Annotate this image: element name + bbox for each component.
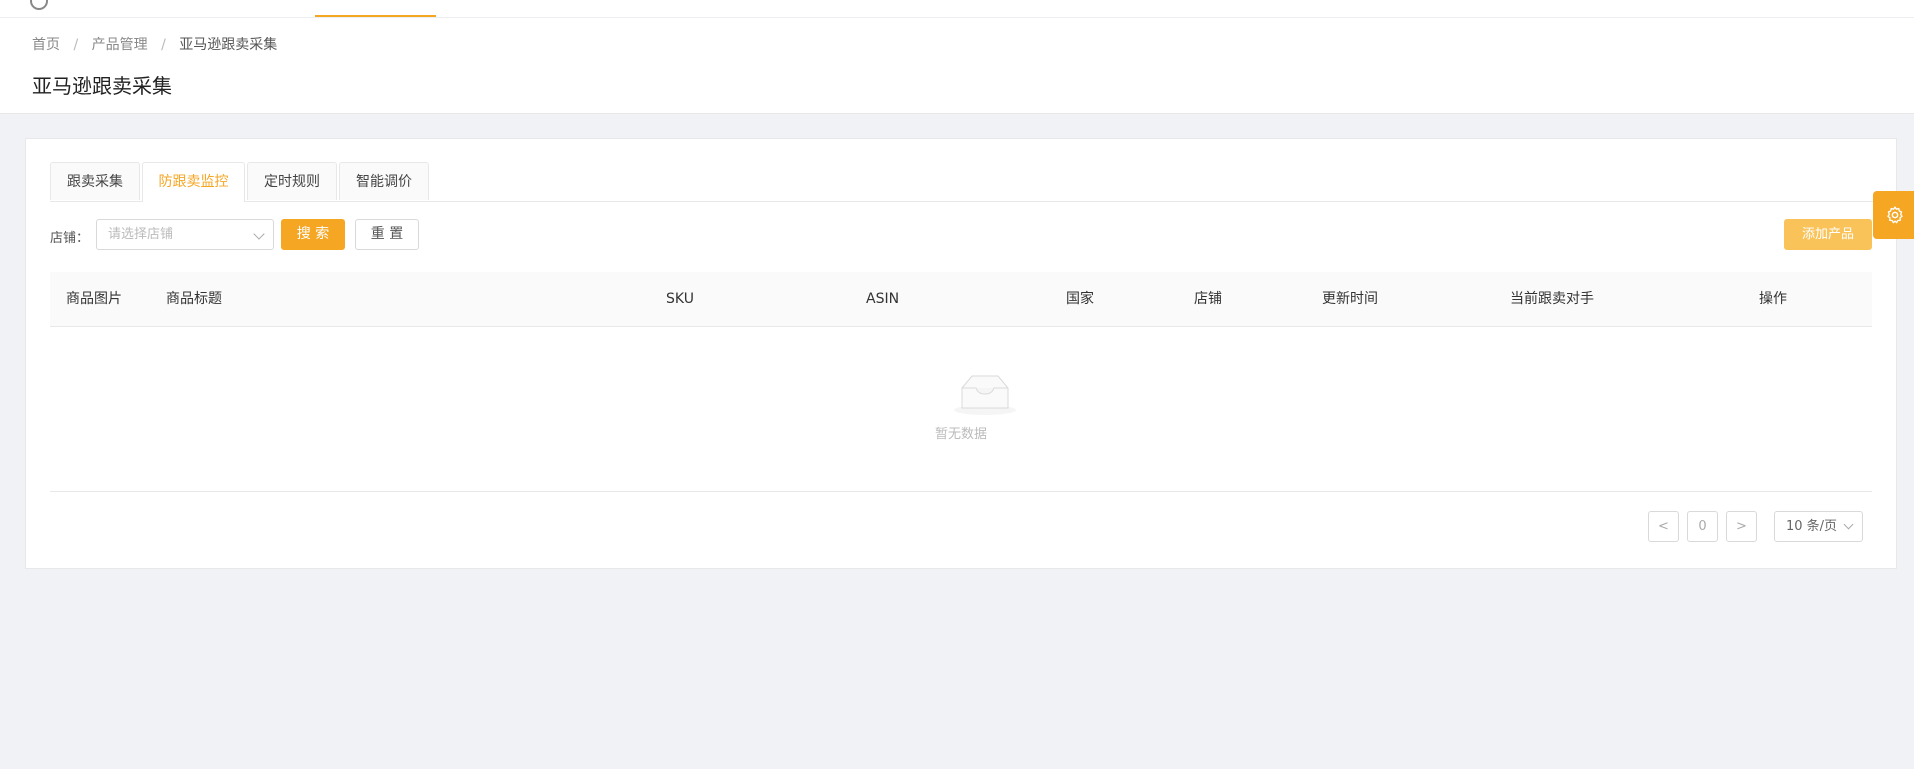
settings-button[interactable]: [1873, 191, 1914, 239]
chevron-right-icon: >: [1736, 519, 1747, 534]
column-header-country: 国家: [1066, 291, 1094, 307]
tab-follow-sell-collect[interactable]: 跟卖采集: [50, 162, 140, 200]
chevron-left-icon: <: [1658, 519, 1669, 534]
logo-icon: [30, 0, 48, 10]
empty-text: 暂无数据: [934, 427, 987, 442]
column-header-actions: 操作: [1759, 291, 1787, 307]
breadcrumb: 首页 / 产品管理 / 亚马逊跟卖采集: [32, 34, 277, 54]
column-header-sku: SKU: [666, 291, 694, 307]
tab-anti-follow-monitor[interactable]: 防跟卖监控: [142, 162, 245, 202]
breadcrumb-separator: /: [73, 37, 79, 53]
active-nav-indicator: [315, 15, 436, 17]
tab-schedule-rules[interactable]: 定时规则: [247, 162, 337, 200]
search-button[interactable]: 搜 索: [281, 219, 345, 250]
page-title: 亚马逊跟卖采集: [32, 74, 172, 98]
column-header-store: 店铺: [1194, 291, 1222, 307]
column-header-title: 商品标题: [166, 291, 222, 307]
pagination-prev-button[interactable]: <: [1648, 511, 1679, 542]
gear-icon: [1887, 206, 1903, 224]
column-header-asin: ASIN: [866, 291, 900, 307]
column-header-update-time: 更新时间: [1322, 291, 1378, 307]
pagination-page-button[interactable]: 0: [1687, 511, 1718, 542]
add-product-button[interactable]: 添加产品: [1784, 219, 1872, 250]
empty-state: 暂无数据: [50, 326, 1872, 492]
column-header-competitor: 当前跟卖对手: [1510, 291, 1594, 307]
page-size-select[interactable]: 10 条/页: [1774, 511, 1863, 542]
chevron-down-icon: [253, 228, 265, 240]
tab-smart-pricing[interactable]: 智能调价: [339, 162, 429, 200]
chevron-down-icon: [1843, 519, 1854, 530]
breadcrumb-item-home[interactable]: 首页: [32, 37, 60, 53]
page-size-value: 10 条/页: [1786, 519, 1838, 534]
breadcrumb-separator: /: [161, 37, 166, 53]
store-filter-label: 店铺：: [50, 231, 90, 246]
breadcrumb-item-product-management[interactable]: 产品管理: [92, 37, 148, 53]
breadcrumb-item-current: 亚马逊跟卖采集: [179, 37, 278, 53]
empty-inbox-icon: [954, 375, 1016, 415]
page-header: 首页 / 产品管理 / 亚马逊跟卖采集 亚马逊跟卖采集: [0, 18, 1914, 114]
column-header-image: 商品图片: [66, 291, 122, 307]
table-header: 商品图片 商品标题 SKU ASIN 国家 店铺 更新时间 当前跟卖对手 操作: [50, 272, 1872, 327]
store-select[interactable]: 请选择店铺: [96, 219, 274, 250]
content-card: 跟卖采集 防跟卖监控 定时规则 智能调价 店铺： 请选择店铺 搜 索 重 置 添…: [25, 138, 1897, 569]
tab-bar: 跟卖采集 防跟卖监控 定时规则 智能调价: [50, 162, 1896, 202]
pagination-next-button[interactable]: >: [1726, 511, 1757, 542]
store-select-placeholder: 请选择店铺: [108, 227, 174, 242]
top-navbar: [0, 0, 1914, 18]
reset-button[interactable]: 重 置: [355, 219, 419, 250]
